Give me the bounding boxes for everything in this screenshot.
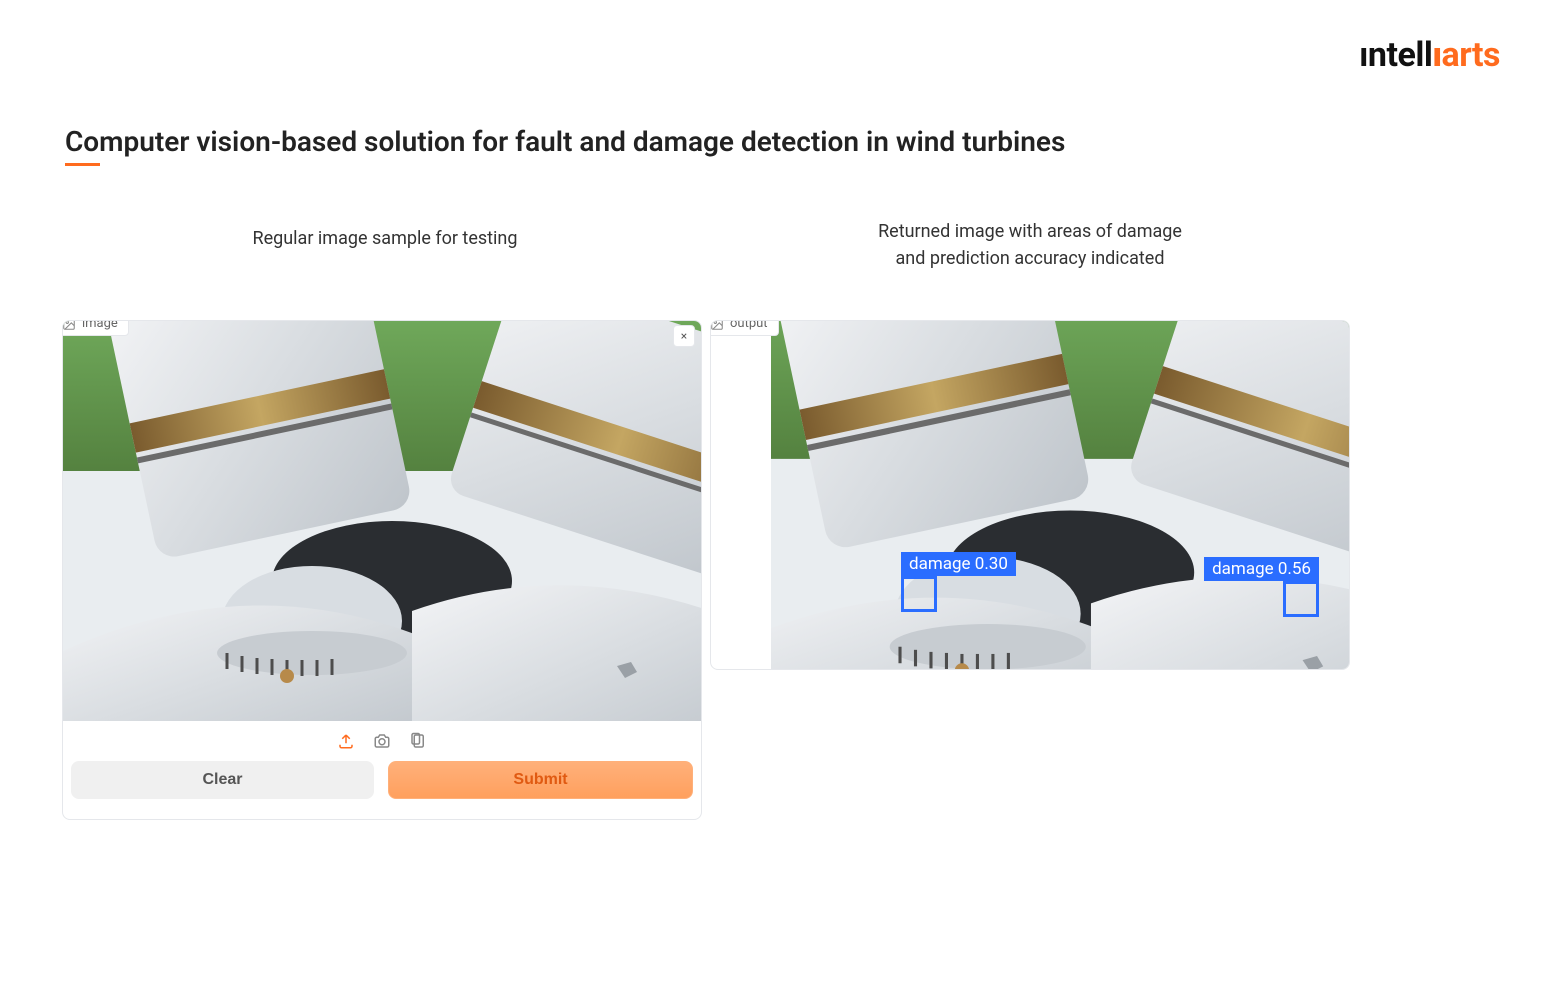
camera-icon [373, 732, 391, 750]
paste-button[interactable] [409, 732, 427, 750]
input-panel-tag: image [62, 320, 129, 336]
image-toolbar [63, 721, 701, 761]
turbine-photo-output [771, 321, 1349, 669]
upload-button[interactable] [337, 732, 355, 750]
action-row: Clear Submit [63, 761, 701, 807]
upload-icon [337, 732, 355, 750]
detection-box-2: damage 0.56 [1283, 581, 1319, 617]
brand-logo: ıntellıarts [1359, 35, 1500, 75]
title-underline [65, 163, 100, 166]
output-panel: output ⤢ ⭳ ⇪ [710, 320, 1350, 670]
image-icon [710, 320, 724, 331]
output-panel-tag: output [710, 320, 779, 336]
logo-text-2: arts [1442, 35, 1500, 75]
clear-button[interactable]: Clear [71, 761, 374, 799]
input-image[interactable]: × [63, 321, 701, 721]
output-panel-tag-text: output [730, 320, 768, 331]
clipboard-icon [409, 732, 427, 750]
page-title: Computer vision-based solution for fault… [65, 125, 1065, 158]
caption-input: Regular image sample for testing [65, 225, 705, 252]
logo-dot: ı [1432, 35, 1441, 75]
image-icon [62, 320, 76, 331]
input-panel: image × [62, 320, 702, 820]
logo-text-1: ıntell [1359, 35, 1432, 75]
caption-output: Returned image with areas of damage and … [710, 218, 1350, 272]
detection-box-1: damage 0.30 [901, 576, 937, 612]
close-icon: × [681, 329, 687, 343]
detection-label-1: damage 0.30 [901, 552, 1016, 576]
submit-button[interactable]: Submit [388, 761, 693, 799]
remove-image-button[interactable]: × [673, 325, 695, 347]
camera-button[interactable] [373, 732, 391, 750]
input-panel-tag-text: image [82, 320, 118, 331]
output-image[interactable]: ⤢ ⭳ ⇪ [711, 321, 1349, 669]
detection-label-2: damage 0.56 [1204, 557, 1319, 581]
turbine-photo-input [63, 321, 701, 721]
